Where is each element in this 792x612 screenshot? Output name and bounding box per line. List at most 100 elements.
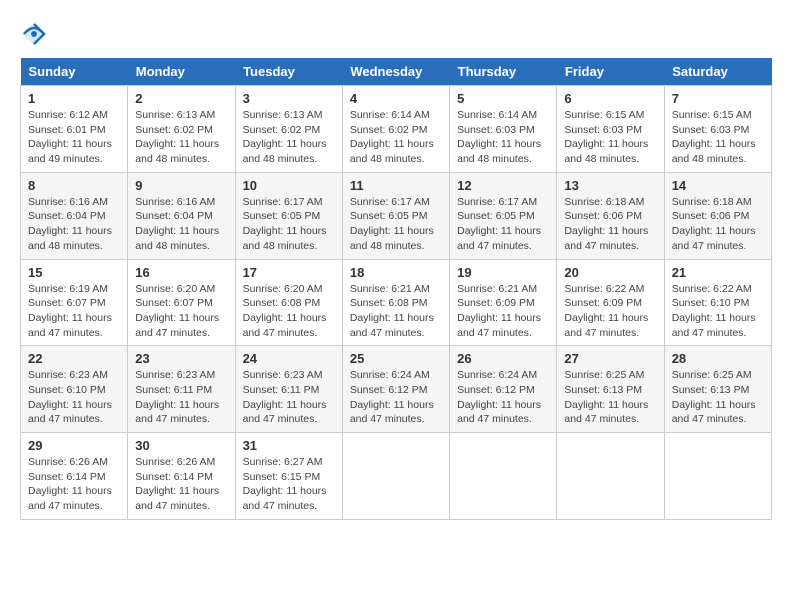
day-number: 19 [457,265,549,280]
day-info: Sunrise: 6:26 AMSunset: 6:14 PMDaylight:… [135,455,227,514]
day-number: 22 [28,351,120,366]
col-header-monday: Monday [128,58,235,86]
calendar-cell: 4 Sunrise: 6:14 AMSunset: 6:02 PMDaylight… [342,86,449,173]
day-info: Sunrise: 6:23 AMSunset: 6:11 PMDaylight:… [135,368,227,427]
col-header-tuesday: Tuesday [235,58,342,86]
day-info: Sunrise: 6:27 AMSunset: 6:15 PMDaylight:… [243,455,335,514]
calendar-cell: 2 Sunrise: 6:13 AMSunset: 6:02 PMDaylight… [128,86,235,173]
col-header-sunday: Sunday [21,58,128,86]
calendar-cell: 13 Sunrise: 6:18 AMSunset: 6:06 PMDayligh… [557,172,664,259]
day-number: 21 [672,265,764,280]
day-number: 7 [672,91,764,106]
calendar-week-row: 29Sunrise: 6:26 AMSunset: 6:14 PMDayligh… [21,433,772,520]
day-info: Sunrise: 6:23 AMSunset: 6:10 PMDaylight:… [28,368,120,427]
day-info: Sunrise: 6:26 AMSunset: 6:14 PMDaylight:… [28,455,120,514]
calendar-cell: 9 Sunrise: 6:16 AMSunset: 6:04 PMDaylight… [128,172,235,259]
col-header-wednesday: Wednesday [342,58,449,86]
calendar-cell: 23 Sunrise: 6:23 AMSunset: 6:11 PMDayligh… [128,346,235,433]
day-number: 15 [28,265,120,280]
day-number: 27 [564,351,656,366]
calendar-cell: 24 Sunrise: 6:23 AMSunset: 6:11 PMDayligh… [235,346,342,433]
calendar-week-row: 8Sunrise: 6:16 AMSunset: 6:04 PMDaylight… [21,172,772,259]
calendar-cell: 30 Sunrise: 6:26 AMSunset: 6:14 PMDayligh… [128,433,235,520]
day-number: 23 [135,351,227,366]
calendar-cell [664,433,771,520]
calendar-cell: 27 Sunrise: 6:25 AMSunset: 6:13 PMDayligh… [557,346,664,433]
calendar-cell: 8Sunrise: 6:16 AMSunset: 6:04 PMDaylight… [21,172,128,259]
day-number: 26 [457,351,549,366]
day-number: 13 [564,178,656,193]
calendar-cell [557,433,664,520]
calendar-week-row: 1 Sunrise: 6:12 AMSunset: 6:01 PMDaylight… [21,86,772,173]
day-info: Sunrise: 6:25 AMSunset: 6:13 PMDaylight:… [564,368,656,427]
day-info: Sunrise: 6:20 AMSunset: 6:08 PMDaylight:… [243,282,335,341]
day-info: Sunrise: 6:12 AMSunset: 6:01 PMDaylight:… [28,108,120,167]
day-number: 31 [243,438,335,453]
day-info: Sunrise: 6:21 AMSunset: 6:09 PMDaylight:… [457,282,549,341]
calendar-cell: 25 Sunrise: 6:24 AMSunset: 6:12 PMDayligh… [342,346,449,433]
calendar-header-row: SundayMondayTuesdayWednesdayThursdayFrid… [21,58,772,86]
calendar-cell: 18 Sunrise: 6:21 AMSunset: 6:08 PMDayligh… [342,259,449,346]
day-number: 25 [350,351,442,366]
calendar-cell: 1 Sunrise: 6:12 AMSunset: 6:01 PMDaylight… [21,86,128,173]
day-info: Sunrise: 6:24 AMSunset: 6:12 PMDaylight:… [457,368,549,427]
calendar-cell: 14Sunrise: 6:18 AMSunset: 6:06 PMDayligh… [664,172,771,259]
day-number: 4 [350,91,442,106]
day-info: Sunrise: 6:17 AMSunset: 6:05 PMDaylight:… [243,195,335,254]
day-info: Sunrise: 6:23 AMSunset: 6:11 PMDaylight:… [243,368,335,427]
day-number: 24 [243,351,335,366]
col-header-thursday: Thursday [450,58,557,86]
calendar-week-row: 15Sunrise: 6:19 AMSunset: 6:07 PMDayligh… [21,259,772,346]
calendar-cell: 12 Sunrise: 6:17 AMSunset: 6:05 PMDayligh… [450,172,557,259]
day-info: Sunrise: 6:18 AMSunset: 6:06 PMDaylight:… [672,195,764,254]
day-info: Sunrise: 6:22 AMSunset: 6:09 PMDaylight:… [564,282,656,341]
day-number: 3 [243,91,335,106]
day-number: 2 [135,91,227,106]
day-number: 18 [350,265,442,280]
day-number: 20 [564,265,656,280]
day-number: 17 [243,265,335,280]
day-number: 10 [243,178,335,193]
day-info: Sunrise: 6:22 AMSunset: 6:10 PMDaylight:… [672,282,764,341]
calendar-cell: 20 Sunrise: 6:22 AMSunset: 6:09 PMDayligh… [557,259,664,346]
calendar-cell: 7 Sunrise: 6:15 AMSunset: 6:03 PMDaylight… [664,86,771,173]
calendar-cell: 10 Sunrise: 6:17 AMSunset: 6:05 PMDayligh… [235,172,342,259]
calendar-cell: 19 Sunrise: 6:21 AMSunset: 6:09 PMDayligh… [450,259,557,346]
day-info: Sunrise: 6:25 AMSunset: 6:13 PMDaylight:… [672,368,764,427]
day-info: Sunrise: 6:14 AMSunset: 6:03 PMDaylight:… [457,108,549,167]
day-info: Sunrise: 6:24 AMSunset: 6:12 PMDaylight:… [350,368,442,427]
calendar-cell [342,433,449,520]
calendar-cell: 21 Sunrise: 6:22 AMSunset: 6:10 PMDayligh… [664,259,771,346]
page-header [20,20,772,48]
calendar-cell: 31 Sunrise: 6:27 AMSunset: 6:15 PMDayligh… [235,433,342,520]
day-info: Sunrise: 6:21 AMSunset: 6:08 PMDaylight:… [350,282,442,341]
day-info: Sunrise: 6:13 AMSunset: 6:02 PMDaylight:… [243,108,335,167]
calendar-cell: 11Sunrise: 6:17 AMSunset: 6:05 PMDayligh… [342,172,449,259]
day-info: Sunrise: 6:16 AMSunset: 6:04 PMDaylight:… [28,195,120,254]
calendar-cell: 6Sunrise: 6:15 AMSunset: 6:03 PMDaylight… [557,86,664,173]
calendar-cell: 16Sunrise: 6:20 AMSunset: 6:07 PMDayligh… [128,259,235,346]
logo [20,20,52,48]
day-number: 9 [135,178,227,193]
day-number: 12 [457,178,549,193]
day-info: Sunrise: 6:13 AMSunset: 6:02 PMDaylight:… [135,108,227,167]
calendar-cell: 28 Sunrise: 6:25 AMSunset: 6:13 PMDayligh… [664,346,771,433]
calendar-table: SundayMondayTuesdayWednesdayThursdayFrid… [20,58,772,520]
day-info: Sunrise: 6:15 AMSunset: 6:03 PMDaylight:… [672,108,764,167]
day-number: 30 [135,438,227,453]
day-info: Sunrise: 6:17 AMSunset: 6:05 PMDaylight:… [457,195,549,254]
day-number: 6 [564,91,656,106]
day-number: 1 [28,91,120,106]
day-info: Sunrise: 6:16 AMSunset: 6:04 PMDaylight:… [135,195,227,254]
day-info: Sunrise: 6:18 AMSunset: 6:06 PMDaylight:… [564,195,656,254]
calendar-cell: 22 Sunrise: 6:23 AMSunset: 6:10 PMDayligh… [21,346,128,433]
calendar-cell: 26 Sunrise: 6:24 AMSunset: 6:12 PMDayligh… [450,346,557,433]
day-number: 16 [135,265,227,280]
calendar-week-row: 22 Sunrise: 6:23 AMSunset: 6:10 PMDayligh… [21,346,772,433]
day-info: Sunrise: 6:14 AMSunset: 6:02 PMDaylight:… [350,108,442,167]
day-number: 5 [457,91,549,106]
col-header-saturday: Saturday [664,58,771,86]
day-number: 28 [672,351,764,366]
logo-icon [20,20,48,48]
day-number: 11 [350,178,442,193]
